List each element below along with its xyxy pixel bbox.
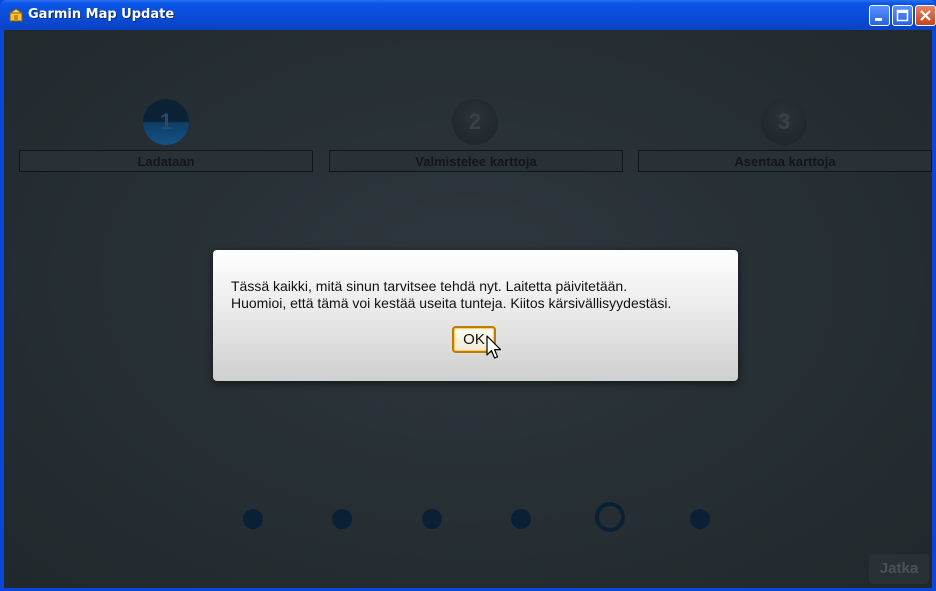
pager-dot-1[interactable] [243, 509, 263, 529]
pager-dot-4[interactable] [511, 509, 531, 529]
garmin-app-icon [8, 8, 24, 22]
app-window: Garmin Map Update 1 2 3 Ladataan Valmist… [0, 0, 936, 591]
step-2-label: Valmistelee karttoja [329, 150, 623, 172]
info-dialog: Tässä kaikki, mitä sinun tarvitsee tehdä… [213, 250, 738, 381]
step-2-indicator: 2 [452, 99, 498, 145]
title-bar[interactable]: Garmin Map Update [0, 0, 936, 30]
maximize-icon [896, 9, 909, 22]
dialog-message-line-2: Huomioi, että tämä voi kestää useita tun… [231, 295, 672, 311]
minimize-button[interactable] [869, 5, 890, 26]
next-button[interactable]: Jatka [869, 554, 929, 584]
maximize-button[interactable] [892, 5, 913, 26]
step-3-label: Asentaa karttoja [638, 150, 932, 172]
window-title: Garmin Map Update [28, 7, 175, 22]
step-1-label: Ladataan [19, 150, 313, 172]
pager-dot-3[interactable] [422, 509, 442, 529]
close-button[interactable] [915, 5, 936, 26]
mouse-cursor-icon [486, 335, 502, 359]
dialog-message-line-1: Tässä kaikki, mitä sinun tarvitsee tehdä… [231, 278, 628, 294]
pager-dot-2[interactable] [332, 509, 352, 529]
minimize-icon [875, 18, 882, 21]
step-1-indicator: 1 [143, 99, 189, 145]
close-icon [920, 10, 931, 21]
dialog-message: Tässä kaikki, mitä sinun tarvitsee tehdä… [231, 278, 731, 312]
pager-dot-6[interactable] [690, 509, 710, 529]
step-3-indicator: 3 [761, 99, 807, 145]
pager-dot-5-current[interactable] [595, 502, 625, 532]
